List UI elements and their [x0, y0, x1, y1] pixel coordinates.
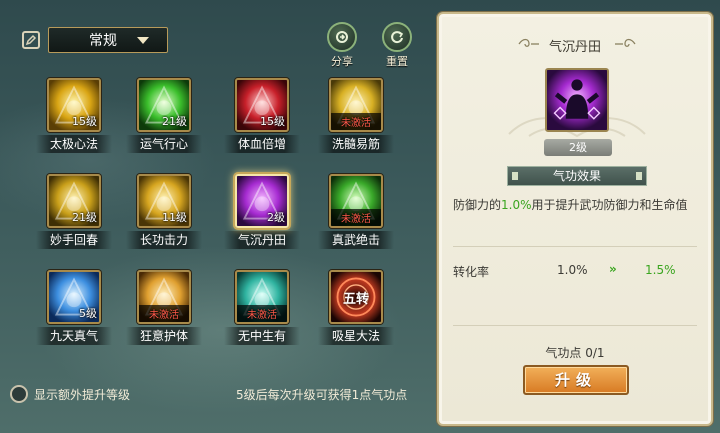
skill-level: 21级 — [162, 115, 187, 128]
reset-icon — [382, 22, 412, 52]
skill-item[interactable]: 未激活 狂意护体 — [126, 270, 202, 345]
skill-level: 15级 — [72, 115, 97, 128]
skill-item[interactable]: 11级 长功击力 — [126, 174, 202, 249]
reset-label: 重置 — [386, 55, 408, 68]
skill-item[interactable]: 未激活 真武绝击 — [318, 174, 394, 249]
skill-icon: 11级 — [137, 174, 191, 228]
share-label: 分享 — [331, 55, 353, 68]
qigong-points: 气功点 0/1 — [545, 346, 605, 360]
skill-name: 真武绝击 — [318, 231, 394, 249]
skill-level: 未激活 — [331, 113, 381, 130]
rate-current: 1.0% — [557, 263, 588, 277]
double-chevron-right-icon: » — [609, 262, 617, 276]
detail-title: 气沉丹田 — [548, 40, 601, 55]
skill-level: 5级 — [79, 307, 97, 320]
skill-icon: 21级 — [47, 174, 101, 228]
skill-name: 运气行心 — [126, 135, 202, 153]
desc-prefix: 防御力的 — [453, 198, 502, 212]
skill-name: 吸星大法 — [318, 327, 394, 345]
skill-icon: 21级 — [137, 78, 191, 132]
divider — [453, 325, 697, 326]
skill-icon: 未激活 — [329, 78, 383, 132]
upgrade-button[interactable]: 升级 — [523, 365, 629, 395]
skill-detail-panel: 气沉丹田 2级 气功效果 防御力的1.0%用于提升武功防御力和生命值 转化率 1… — [437, 12, 713, 426]
skill-item[interactable]: 2级 气沉丹田 — [224, 174, 300, 249]
skill-icon: 五转 — [329, 270, 383, 324]
skill-item[interactable]: 15级 太极心法 — [36, 78, 112, 153]
skill-icon: 未激活 — [137, 270, 191, 324]
skill-item[interactable]: 21级 妙手回春 — [36, 174, 112, 249]
skill-name: 气沉丹田 — [224, 231, 300, 249]
skill-name: 体血倍增 — [224, 135, 300, 153]
skill-badge: 五转 — [342, 292, 369, 307]
skill-name: 九天真气 — [36, 327, 112, 345]
mode-value: 常规 — [89, 33, 117, 49]
skill-name: 长功击力 — [126, 231, 202, 249]
chevron-down-icon — [137, 37, 149, 44]
mode-dropdown[interactable]: 常规 — [48, 27, 168, 53]
extra-level-label: 显示额外提升等级 — [34, 388, 131, 402]
skill-name: 无中生有 — [224, 327, 300, 345]
skill-level: 15级 — [260, 115, 285, 128]
skill-icon: 5级 — [47, 270, 101, 324]
title-ornament-right-icon — [615, 38, 636, 47]
skill-icon: 15级 — [47, 78, 101, 132]
skill-item[interactable]: 五转 吸星大法 — [318, 270, 394, 345]
skill-name: 太极心法 — [36, 135, 112, 153]
share-icon — [327, 22, 357, 52]
effect-header: 气功效果 — [507, 166, 647, 186]
rate-label: 转化率 — [453, 265, 490, 279]
reset-button[interactable]: 重置 — [379, 22, 415, 69]
skill-icon: 未激活 — [329, 174, 383, 228]
skill-level: 未激活 — [331, 209, 381, 226]
desc-suffix: 用于提升武功防御力和生命值 — [531, 198, 688, 212]
skill-icon: 15级 — [235, 78, 289, 132]
skill-item[interactable]: 未激活 洗髓易筋 — [318, 78, 394, 153]
skill-item[interactable]: 5级 九天真气 — [36, 270, 112, 345]
level-hint: 5级后每次升级可获得1点气功点 — [236, 388, 408, 402]
share-button[interactable]: 分享 — [324, 22, 360, 69]
skill-name: 妙手回春 — [36, 231, 112, 249]
detail-level-badge: 2级 — [544, 139, 612, 156]
skill-level: 21级 — [72, 211, 97, 224]
desc-highlight: 1.0% — [501, 198, 532, 212]
detail-skill-icon — [545, 68, 609, 132]
skill-name: 洗髓易筋 — [318, 135, 394, 153]
skill-icon: 2级 — [235, 174, 289, 228]
skill-level: 未激活 — [139, 305, 189, 322]
rate-next: 1.5% — [645, 263, 676, 277]
skill-level: 2级 — [267, 211, 285, 224]
skill-item[interactable]: 未激活 无中生有 — [224, 270, 300, 345]
skill-level: 11级 — [162, 211, 187, 224]
divider — [453, 246, 697, 247]
edit-icon[interactable] — [22, 31, 40, 49]
effect-description: 防御力的1.0%用于提升武功防御力和生命值 — [453, 196, 688, 213]
extra-level-toggle[interactable] — [10, 385, 28, 403]
skill-item[interactable]: 21级 运气行心 — [126, 78, 202, 153]
skill-icon: 未激活 — [235, 270, 289, 324]
skill-name: 狂意护体 — [126, 327, 202, 345]
skill-item[interactable]: 15级 体血倍增 — [224, 78, 300, 153]
skill-level: 未激活 — [237, 305, 287, 322]
